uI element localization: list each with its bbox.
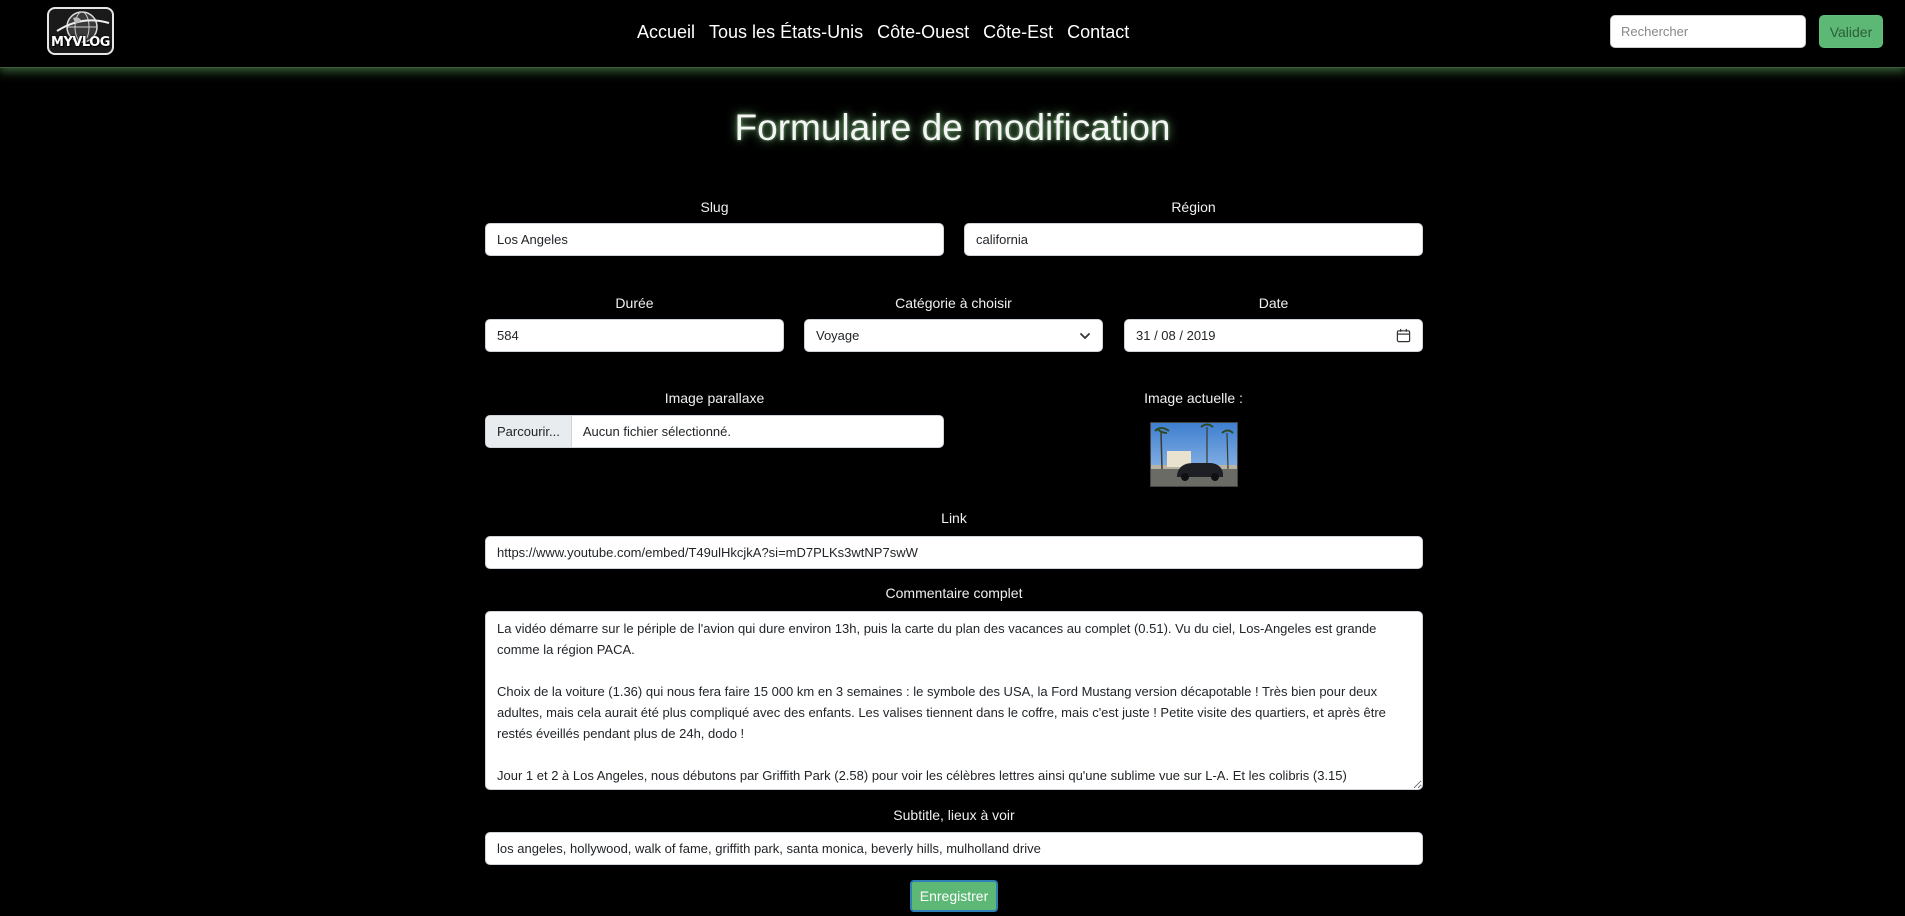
logo-text: MYVLOG xyxy=(51,35,110,50)
search-input[interactable] xyxy=(1610,15,1806,48)
subtitle-field[interactable] xyxy=(485,832,1423,865)
link-field[interactable] xyxy=(485,536,1423,569)
save-button[interactable]: Enregistrer xyxy=(910,880,998,912)
navbar: MYVLOG Accueil Tous les États-Unis Côte-… xyxy=(0,0,1905,68)
categorie-selected-value: Voyage xyxy=(816,328,860,343)
date-label: Date xyxy=(1258,295,1289,311)
search-submit-button[interactable]: Valider xyxy=(1819,15,1883,48)
subtitle-label: Subtitle, lieux à voir xyxy=(893,807,1015,823)
calendar-icon[interactable] xyxy=(1396,328,1411,343)
nav-link-cote-ouest[interactable]: Côte-Ouest xyxy=(877,22,969,43)
image-parallaxe-file-input[interactable]: Parcourir... Aucun fichier sélectionné. xyxy=(485,415,944,448)
commentaire-textarea[interactable]: La vidéo démarre sur le périple de l'avi… xyxy=(485,611,1423,790)
nav-link-cote-est[interactable]: Côte-Est xyxy=(983,22,1053,43)
myvlog-logo[interactable]: MYVLOG xyxy=(47,7,114,55)
chevron-down-icon xyxy=(1080,332,1090,339)
commentaire-label: Commentaire complet xyxy=(885,585,1023,601)
link-label: Link xyxy=(941,510,967,526)
duree-label: Durée xyxy=(615,295,654,311)
region-field[interactable] xyxy=(964,223,1423,256)
nav-link-contact[interactable]: Contact xyxy=(1067,22,1129,43)
region-input[interactable] xyxy=(976,224,1411,255)
nav-link-tous-les-etats-unis[interactable]: Tous les États-Unis xyxy=(709,22,863,43)
slug-input[interactable] xyxy=(497,224,932,255)
region-label: Région xyxy=(1171,199,1216,215)
nav-link-accueil[interactable]: Accueil xyxy=(637,22,695,43)
main-nav: Accueil Tous les États-Unis Côte-Ouest C… xyxy=(637,22,1129,43)
image-parallaxe-label: Image parallaxe xyxy=(664,390,765,406)
slug-label: Slug xyxy=(700,199,729,215)
current-image-thumbnail xyxy=(1150,422,1238,487)
duree-field[interactable] xyxy=(485,319,784,352)
page-title: Formulaire de modification xyxy=(734,107,1171,148)
subtitle-input[interactable] xyxy=(497,833,1411,864)
date-value: 31 / 08 / 2019 xyxy=(1136,328,1216,343)
file-status: Aucun fichier sélectionné. xyxy=(582,424,732,439)
link-input[interactable] xyxy=(497,537,1411,568)
date-field[interactable]: 31 / 08 / 2019 xyxy=(1124,319,1423,352)
browse-button[interactable]: Parcourir... xyxy=(486,416,572,447)
image-actuelle-label: Image actuelle : xyxy=(1144,390,1243,406)
categorie-label: Catégorie à choisir xyxy=(895,295,1012,311)
slug-field[interactable] xyxy=(485,223,944,256)
categorie-select[interactable]: Voyage xyxy=(804,319,1103,352)
duree-input[interactable] xyxy=(497,320,772,351)
